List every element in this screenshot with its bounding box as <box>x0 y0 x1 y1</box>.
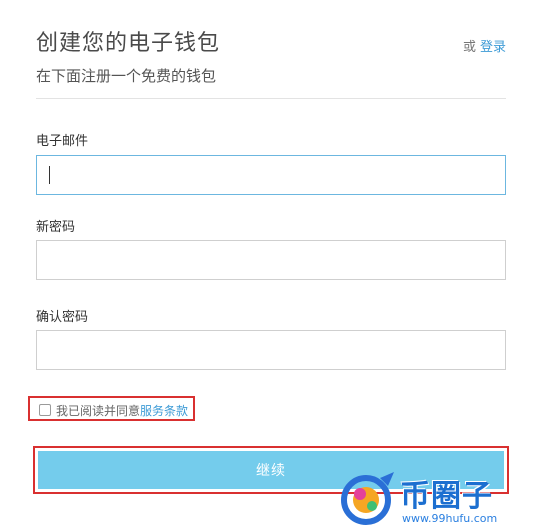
header-divider <box>36 98 506 99</box>
login-link[interactable]: 登录 <box>480 40 506 55</box>
confirm-password-field[interactable] <box>36 330 506 370</box>
page-subtitle: 在下面注册一个免费的钱包 <box>36 67 217 85</box>
site-watermark: 币圈子 www.99hufu.com <box>336 468 541 528</box>
terms-checkbox[interactable] <box>39 404 51 416</box>
page-title: 创建您的电子钱包 <box>36 31 221 56</box>
terms-text: 我已阅读并同意 <box>56 404 141 418</box>
watermark-logo-icon <box>341 472 394 525</box>
form-header: 创建您的电子钱包 在下面注册一个免费的钱包 或登录 <box>36 28 506 86</box>
or-text: 或 <box>462 40 476 55</box>
watermark-name: 币圈子 <box>400 479 493 514</box>
watermark-url: www.99hufu.com <box>402 512 498 525</box>
login-prompt: 或登录 <box>463 36 506 55</box>
email-label: 电子邮件 <box>36 134 89 149</box>
terms-row: 我已阅读并同意服务条款 <box>28 396 195 421</box>
text-caret <box>49 166 50 184</box>
password-label: 新密码 <box>36 220 76 235</box>
terms-label: 我已阅读并同意服务条款 <box>56 402 188 419</box>
email-field[interactable] <box>36 155 506 195</box>
terms-of-service-link[interactable]: 服务条款 <box>140 404 188 418</box>
confirm-password-label: 确认密码 <box>36 310 89 325</box>
password-field[interactable] <box>36 240 506 280</box>
